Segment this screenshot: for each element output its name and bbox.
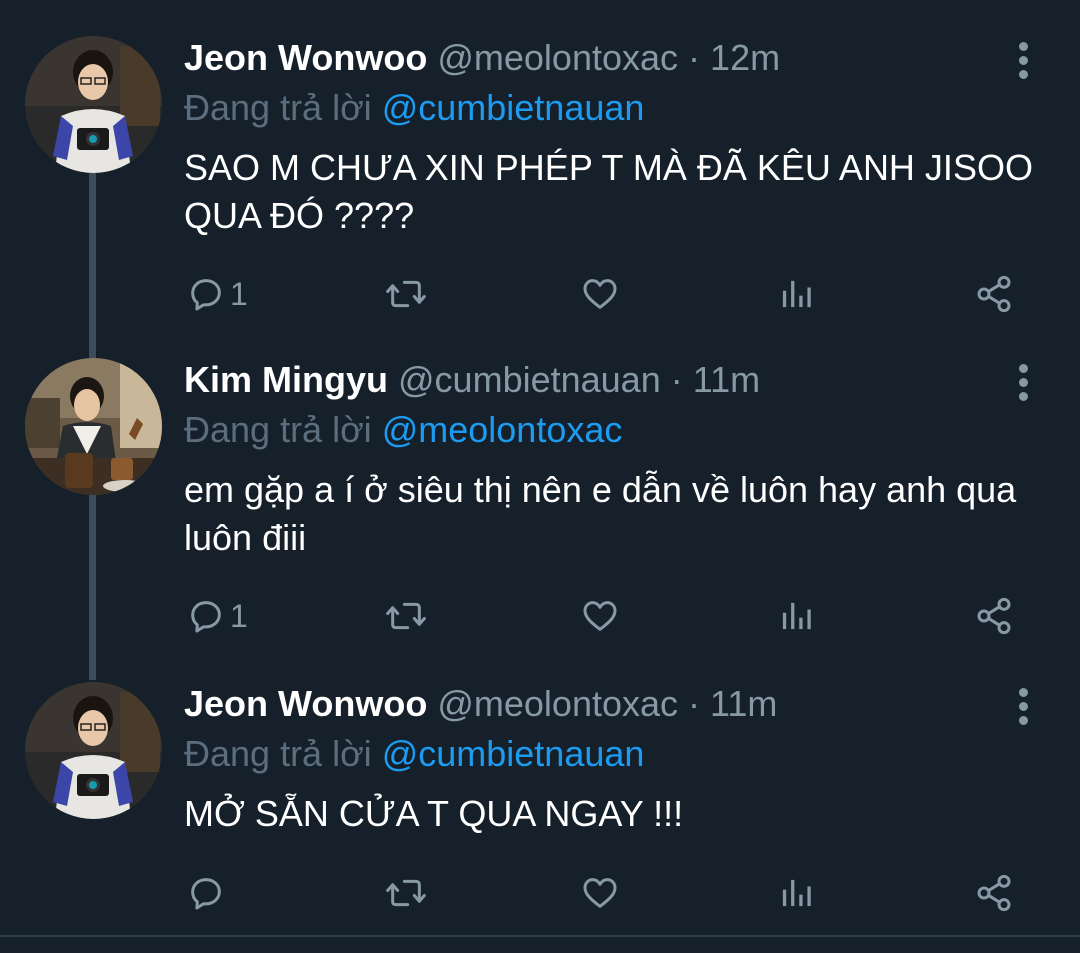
like-button[interactable]	[580, 591, 620, 641]
share-button[interactable]	[974, 269, 1014, 319]
reply-icon	[191, 279, 221, 311]
timestamp[interactable]: 12m	[710, 37, 780, 78]
tweet[interactable]: Jeon Wonwoo @meolontoxac · 12m Đang trả …	[0, 34, 1080, 334]
separator-dot: ·	[688, 37, 701, 78]
avatar[interactable]	[25, 358, 162, 495]
tweet-actions: 1	[0, 269, 1080, 319]
analytics-button[interactable]	[778, 591, 814, 641]
avatar[interactable]	[25, 682, 162, 819]
analytics-icon	[782, 280, 811, 308]
author-handle[interactable]: @meolontoxac	[437, 37, 678, 78]
author-handle[interactable]: @meolontoxac	[437, 683, 678, 724]
retweet-button[interactable]	[384, 591, 428, 641]
tweet-text: SAO M CHƯA XIN PHÉP T MÀ ĐÃ KÊU ANH JISO…	[184, 147, 1033, 236]
replying-to-line: Đang trả lời @meolontoxac	[184, 406, 622, 454]
author-name[interactable]: Jeon Wonwoo	[184, 683, 427, 724]
more-vertical-icon[interactable]	[1010, 686, 1038, 726]
replying-to-line: Đang trả lời @cumbietnauan	[184, 730, 644, 778]
replying-to-label: Đang trả lời	[184, 733, 372, 774]
reply-button[interactable]: 1	[186, 591, 248, 641]
like-button[interactable]	[580, 269, 620, 319]
tweet[interactable]: Jeon Wonwoo @meolontoxac · 11m Đang trả …	[0, 680, 1080, 930]
analytics-button[interactable]	[778, 868, 814, 918]
divider	[0, 935, 1080, 937]
share-icon	[977, 874, 1011, 912]
heart-icon	[583, 279, 617, 309]
retweet-button[interactable]	[384, 269, 428, 319]
analytics-icon	[782, 879, 811, 907]
reply-icon	[191, 601, 221, 633]
tweet-text: MỞ SẴN CỬA T QUA NGAY !!!	[184, 793, 684, 834]
replying-to-label: Đang trả lời	[184, 409, 372, 450]
tweet-header: Jeon Wonwoo @meolontoxac · 11m	[184, 680, 777, 728]
tweet-header: Kim Mingyu @cumbietnauan · 11m	[184, 356, 760, 404]
share-icon	[977, 275, 1011, 313]
timestamp[interactable]: 11m	[710, 683, 777, 724]
replying-to-mention[interactable]: @meolontoxac	[382, 409, 623, 450]
share-icon	[977, 597, 1011, 635]
author-name[interactable]: Kim Mingyu	[184, 359, 388, 400]
replying-to-label: Đang trả lời	[184, 87, 372, 128]
reply-button[interactable]: 1	[186, 269, 248, 319]
reply-count: 1	[230, 275, 248, 312]
reply-count: 1	[230, 597, 248, 634]
replying-to-mention[interactable]: @cumbietnauan	[382, 733, 645, 774]
retweet-icon	[386, 879, 426, 907]
analytics-icon	[782, 602, 811, 630]
tweet-text: em gặp a í ở siêu thị nên e dẫn về luôn …	[184, 469, 1017, 558]
heart-icon	[583, 601, 617, 631]
author-name[interactable]: Jeon Wonwoo	[184, 37, 427, 78]
reply-button[interactable]	[186, 868, 230, 918]
share-button[interactable]	[974, 868, 1014, 918]
separator-dot: ·	[670, 359, 683, 400]
separator-dot: ·	[688, 683, 701, 724]
replying-to-mention[interactable]: @cumbietnauan	[382, 87, 645, 128]
more-vertical-icon[interactable]	[1010, 40, 1038, 80]
reply-icon	[191, 878, 221, 910]
heart-icon	[583, 878, 617, 908]
share-button[interactable]	[974, 591, 1014, 641]
more-vertical-icon[interactable]	[1010, 362, 1038, 402]
tweet-actions: 1	[0, 591, 1080, 641]
retweet-icon	[386, 602, 426, 630]
avatar[interactable]	[25, 36, 162, 173]
replying-to-line: Đang trả lời @cumbietnauan	[184, 84, 644, 132]
like-button[interactable]	[580, 868, 620, 918]
tweet-actions	[0, 868, 1080, 918]
tweet-thread: Jeon Wonwoo @meolontoxac · 12m Đang trả …	[0, 0, 1080, 953]
author-handle[interactable]: @cumbietnauan	[398, 359, 661, 400]
timestamp[interactable]: 11m	[693, 359, 760, 400]
analytics-button[interactable]	[778, 269, 814, 319]
retweet-button[interactable]	[384, 868, 428, 918]
retweet-icon	[386, 280, 426, 308]
tweet-header: Jeon Wonwoo @meolontoxac · 12m	[184, 34, 780, 82]
tweet[interactable]: Kim Mingyu @cumbietnauan · 11m Đang trả …	[0, 356, 1080, 656]
